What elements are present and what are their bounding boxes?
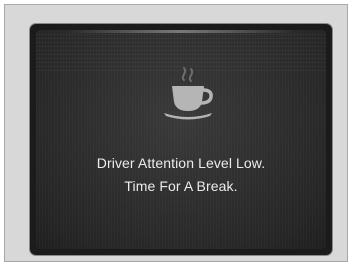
figure-frame: Driver Attention Level Low. Time For A B… [4, 4, 348, 262]
message-line-1: Driver Attention Level Low. [96, 155, 266, 171]
instrument-display: Driver Attention Level Low. Time For A B… [30, 24, 332, 255]
attention-warning-message: Driver Attention Level Low. Time For A B… [36, 152, 326, 198]
screen-highlight [66, 30, 296, 33]
display-screen: Driver Attention Level Low. Time For A B… [36, 30, 326, 249]
coffee-cup-icon [164, 67, 213, 120]
message-line-2: Time For A Break. [124, 178, 238, 194]
